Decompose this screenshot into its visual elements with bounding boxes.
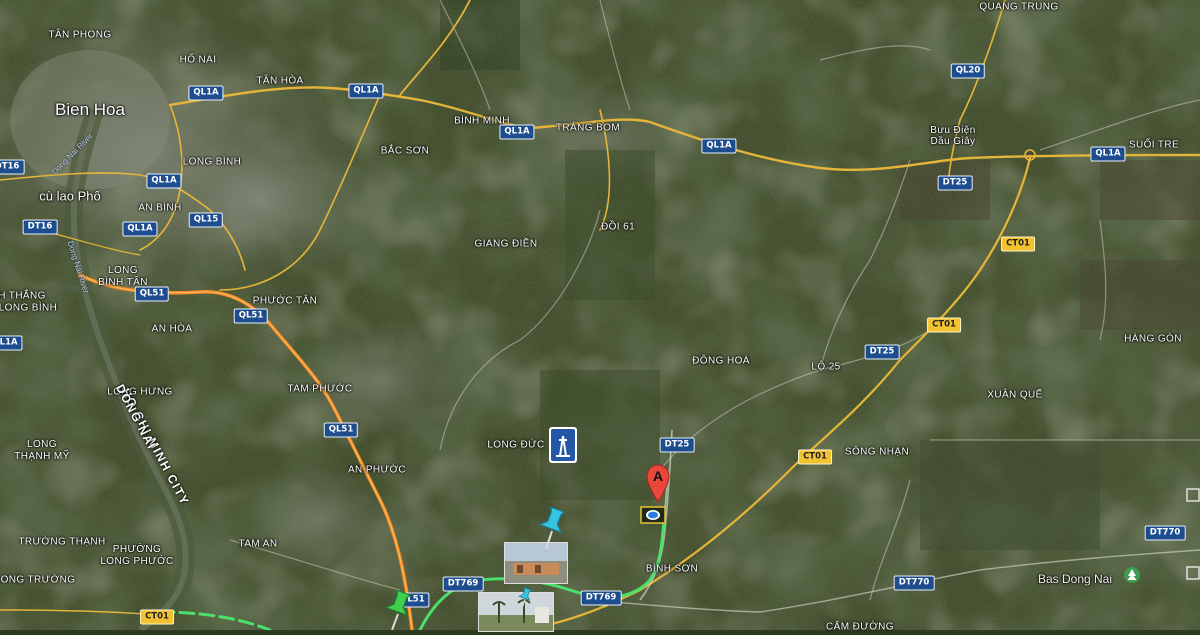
satellite-map[interactable]	[0, 0, 1200, 630]
place-tan-hoa: TÂN HÒA	[256, 75, 304, 87]
shield-ql1a: QL1A	[701, 138, 737, 154]
shield-dt770: DT770	[893, 575, 935, 591]
place-cam-duong: CẨM ĐƯỜNG	[826, 621, 894, 633]
shield-ct01: CT01	[927, 317, 961, 333]
place-xuan-que: XUÂN QUẾ	[987, 389, 1043, 401]
place-cu-lao-pho: cù lao Phố	[39, 188, 101, 204]
location-marker-icon[interactable]	[640, 506, 666, 524]
shield-ql1a: QL1A	[1090, 146, 1126, 162]
shield-ql1a: QL1A	[0, 335, 23, 351]
shield-dt25: DT25	[864, 344, 900, 360]
place-long-thanh-my: LONG THẠNH MỸ	[14, 439, 70, 462]
shield-ql1a: QL1A	[348, 83, 384, 99]
place-giang-dien: GIANG ĐIỀN	[474, 238, 538, 250]
marker-a-label: A	[652, 468, 664, 484]
place-an-binh: AN BÌNH	[138, 202, 182, 214]
shield-ql1a: QL1A	[146, 173, 182, 189]
place-phuoc-tan: PHƯỚC TÂN	[252, 295, 318, 307]
place-bac-son: BẮC SƠN	[380, 145, 430, 157]
place-an-hoa: AN HÒA	[151, 323, 193, 335]
place-buu-dien-dau-giay: Bưu Điện Dầu Giây	[930, 125, 976, 147]
poi-bas-dong-nai[interactable]: Bas Dong Nai	[1038, 572, 1112, 586]
edge-marker-icon[interactable]	[1186, 488, 1200, 502]
place-thang: H THẮNG	[0, 290, 46, 302]
place-binh-son: BÌNH SƠN	[645, 563, 699, 575]
place-phuong-long-phuoc: PHƯỜNG LONG PHƯỚC	[100, 544, 174, 567]
pushpin-icon[interactable]	[538, 505, 570, 551]
shield-dt25: DT25	[659, 437, 695, 453]
park-poi-icon[interactable]	[1123, 566, 1141, 584]
shield-dt25: DT25	[937, 175, 973, 191]
shield-ql1a: QL1A	[122, 221, 158, 237]
place-long-truong: LONG TRƯỜNG	[0, 574, 76, 586]
shield-ql51: QL51	[134, 286, 170, 302]
place-doi-61: ĐỒI 61	[600, 221, 636, 233]
shield-dt16: DT16	[0, 159, 25, 175]
expressway-icon[interactable]	[548, 426, 578, 464]
place-lo-25: LỘ 25	[811, 361, 841, 373]
shield-dt769: DT769	[442, 576, 484, 592]
shield-ct01: CT01	[1001, 236, 1035, 252]
place-ho-nai: HỐ NAI	[179, 54, 217, 66]
edge-marker-icon[interactable]	[1186, 566, 1200, 580]
place-suoi-tre: SUỐI TRE	[1128, 139, 1180, 151]
shield-ql1a: QL1A	[188, 85, 224, 101]
shield-ql20: QL20	[950, 63, 986, 79]
shield-dt16: DT16	[22, 219, 58, 235]
place-photo-thumbnail[interactable]	[478, 592, 554, 632]
shield-ct01: CT01	[798, 449, 832, 465]
pushpin-icon[interactable]	[384, 588, 416, 631]
place-long-binh-tan: LONG BÌNH TÂN	[98, 265, 148, 288]
shield-dt770: DT770	[1144, 525, 1186, 541]
shield-dt769: DT769	[580, 590, 622, 606]
place-an-phuoc: AN PHƯỚC	[347, 464, 407, 476]
place-long-binh-2: LONG BÌNH	[0, 302, 58, 314]
marker-a-icon[interactable]: A	[645, 463, 671, 503]
place-dong-hoa: ĐÔNG HOÀ	[692, 355, 750, 367]
shield-ql51: QL51	[233, 308, 269, 324]
place-tam-phuoc: TAM PHƯỚC	[287, 383, 353, 395]
shield-ql15: QL15	[188, 212, 224, 228]
place-hang-gon: HÀNG GÒN	[1124, 333, 1182, 345]
place-bien-hoa: Bien Hoa	[55, 100, 125, 119]
place-truong-thanh: TRƯỜNG THẠNH	[18, 536, 106, 548]
place-tan-phong: TÂN PHONG	[48, 29, 112, 41]
place-tam-an: TAM AN	[238, 538, 278, 550]
pushpin-icon[interactable]	[518, 586, 534, 608]
shield-ct01: CT01	[140, 609, 174, 625]
place-long-binh: LONG BÌNH	[182, 156, 242, 168]
place-long-duc: LONG ĐỨC	[487, 439, 545, 451]
place-quang-trung: QUANG TRUNG	[979, 1, 1059, 13]
place-trang-bom: TRẢNG BOM	[555, 122, 621, 134]
place-song-nhan: SÔNG NHẠN	[844, 446, 910, 458]
shield-ql1a: QL1A	[499, 124, 535, 140]
shield-ql51: QL51	[323, 422, 359, 438]
